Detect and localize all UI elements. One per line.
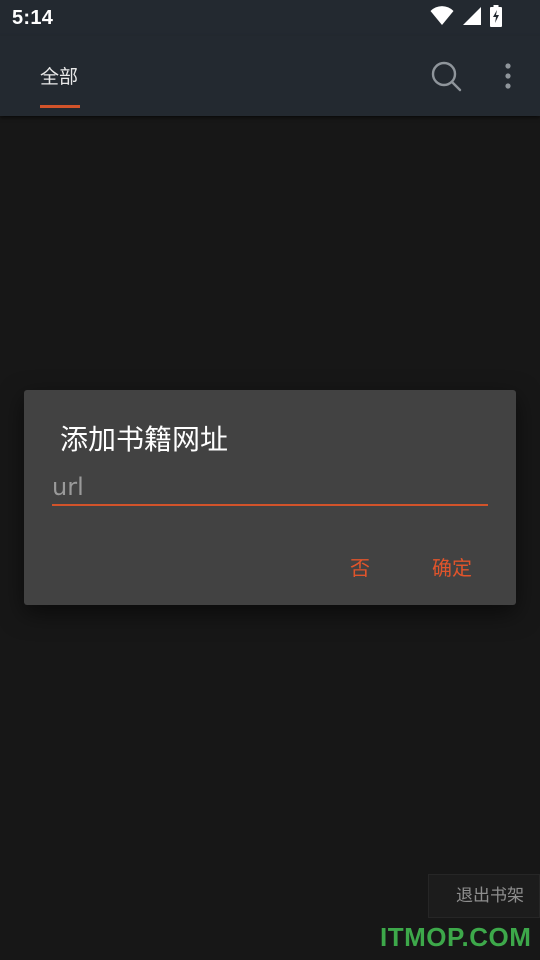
add-book-url-dialog: 添加书籍网址 否 确定 bbox=[24, 390, 516, 605]
wifi-icon bbox=[430, 6, 454, 30]
status-icons bbox=[430, 5, 502, 31]
tab-all[interactable]: 全部 bbox=[40, 62, 78, 89]
app-bar: 全部 bbox=[0, 36, 540, 116]
status-time: 5:14 bbox=[12, 7, 54, 29]
search-icon[interactable] bbox=[430, 60, 462, 92]
dialog-title: 添加书籍网址 bbox=[60, 423, 229, 456]
watermark-text: ITMOP.COM bbox=[380, 922, 532, 952]
url-input[interactable] bbox=[52, 470, 488, 506]
status-bar: 5:14 bbox=[0, 0, 540, 36]
exit-shelf-button[interactable]: 退出书架 bbox=[428, 874, 540, 918]
confirm-button[interactable]: 确定 bbox=[426, 548, 478, 585]
cell-signal-icon bbox=[462, 6, 482, 30]
more-vert-icon[interactable] bbox=[498, 62, 518, 90]
app-screen: 5:14 全部 添加书籍网址 url 否 确定 退出书架 ITMOP.COM bbox=[0, 0, 540, 960]
tab-indicator bbox=[40, 105, 80, 108]
battery-charging-icon bbox=[490, 5, 502, 31]
no-button[interactable]: 否 bbox=[344, 548, 376, 585]
